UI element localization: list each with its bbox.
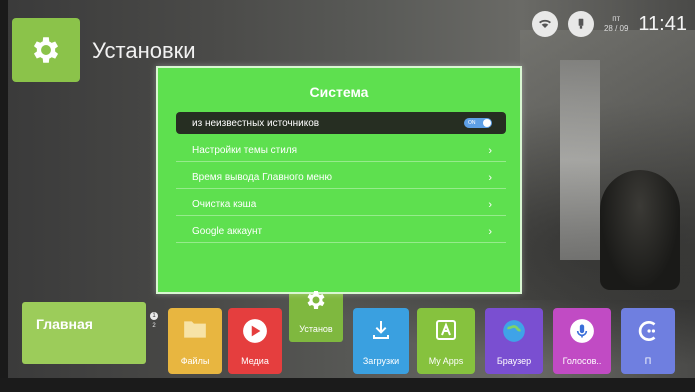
date-label: 28 / 09 <box>603 24 629 33</box>
my-apps-app[interactable]: My Apps <box>417 308 475 374</box>
gear-icon <box>307 291 325 309</box>
page-dot-1: 1 <box>150 312 158 320</box>
browser-app[interactable]: Браузер <box>485 308 543 374</box>
folder-icon <box>184 321 206 338</box>
voice-search-app[interactable]: Голосов.. <box>553 308 611 374</box>
page-dot-2: 2 <box>152 323 156 329</box>
system-dialog: Система из неизвестных источников ON Нас… <box>156 66 522 294</box>
unknown-sources-toggle[interactable]: ON <box>464 118 492 128</box>
date-display: пт 28 / 09 <box>604 14 628 34</box>
download-icon <box>373 321 389 339</box>
chevron-right-icon: › <box>488 144 492 157</box>
downloads-label: Загрузки <box>362 356 400 366</box>
main-menu-time-row[interactable]: Время вывода Главного меню › <box>176 167 506 189</box>
globe-icon <box>503 320 525 342</box>
usb-icon <box>567 11 594 37</box>
row-label: Google аккаунт <box>192 226 263 237</box>
tv-bezel-bottom <box>0 378 695 392</box>
tv-bezel-left <box>0 0 8 392</box>
unknown-sources-row[interactable]: из неизвестных источников ON <box>176 112 506 134</box>
page-indicator: 1 2 <box>150 312 158 329</box>
files-label: Файлы <box>180 356 210 366</box>
style-theme-settings-row[interactable]: Настройки темы стиля › <box>176 140 506 162</box>
wifi-icon <box>531 11 558 37</box>
chevron-right-icon: › <box>488 225 492 238</box>
partial-app[interactable]: П <box>621 308 675 374</box>
play-icon <box>243 319 267 343</box>
app-logo-icon <box>638 321 656 341</box>
voice-search-label: Голосов.. <box>562 356 602 366</box>
background-reflection-light <box>560 60 600 260</box>
row-label: из неизвестных источников <box>192 117 320 129</box>
media-app[interactable]: Медиа <box>228 308 282 374</box>
page-title: Установки <box>92 38 196 63</box>
background-reflection-person <box>600 170 680 290</box>
media-label: Медиа <box>241 356 269 366</box>
home-tile[interactable]: Главная <box>22 302 146 364</box>
chevron-right-icon: › <box>488 198 492 211</box>
toggle-state: ON <box>468 120 476 126</box>
gear-icon <box>33 37 59 63</box>
my-apps-label: My Apps <box>428 356 464 366</box>
browser-label: Браузер <box>496 356 532 366</box>
row-label: Время вывода Главного меню <box>192 172 332 183</box>
settings-label: Установ <box>299 324 333 334</box>
row-label: Очистка кэша <box>192 199 257 210</box>
clock: 11:41 <box>638 12 687 35</box>
google-account-row[interactable]: Google аккаунт › <box>176 221 506 243</box>
home-label: Главная <box>36 316 93 332</box>
settings-app[interactable]: Установ <box>289 276 343 342</box>
clear-cache-row[interactable]: Очистка кэша › <box>176 194 506 216</box>
status-bar: пт 28 / 09 11:41 <box>531 10 687 38</box>
day-label: пт <box>612 14 621 23</box>
dialog-title: Система <box>309 84 369 100</box>
microphone-icon <box>570 319 594 343</box>
partial-app-label: П <box>644 356 652 366</box>
apps-icon <box>436 320 456 340</box>
settings-app-tile <box>12 18 80 82</box>
row-label: Настройки темы стиля <box>192 145 298 156</box>
files-app[interactable]: Файлы <box>168 308 222 374</box>
downloads-app[interactable]: Загрузки <box>353 308 409 374</box>
chevron-right-icon: › <box>488 171 492 184</box>
